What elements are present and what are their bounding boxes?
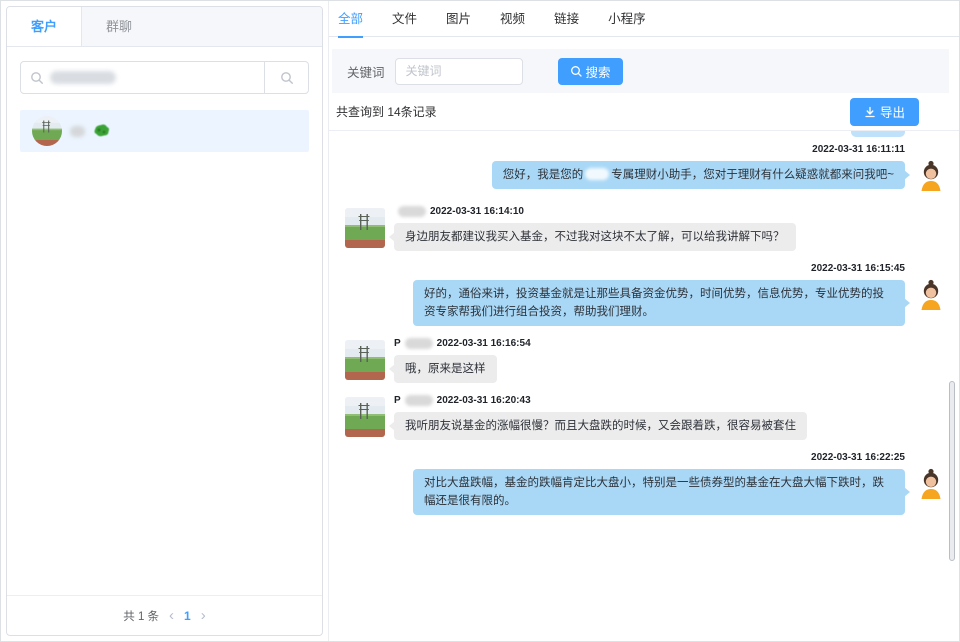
- customer-avatar: [345, 340, 385, 380]
- search-icon: [570, 65, 582, 77]
- message-sent: 2022-03-31 16:15:45 好的，通俗来讲，投资基金就是让那些具备资…: [345, 263, 949, 326]
- message-timestamp: 2022-03-31 16:20:43: [437, 395, 531, 406]
- tab-group-chats[interactable]: 群聊: [82, 7, 156, 46]
- contact-search: [20, 61, 309, 94]
- chat-scrollbar[interactable]: [949, 381, 955, 561]
- next-page-button[interactable]: ›: [201, 608, 206, 623]
- message-header: 2022-03-31 16:14:10: [394, 206, 524, 217]
- message-header: P 2022-03-31 16:20:43: [394, 395, 531, 406]
- contact-avatar: [32, 116, 62, 146]
- chat-history: 2022-03-31 16:11:11 您好，我是您的专属理财小助手，您对于理财…: [329, 131, 959, 641]
- pagination: 共 1 条 ‹ 1 ›: [7, 595, 322, 635]
- agent-avatar: [913, 466, 949, 502]
- redacted-sender-name: [398, 206, 426, 217]
- agent-avatar: [913, 158, 949, 194]
- app-window: 客户 群聊 共 1 条 ‹: [0, 0, 960, 642]
- page-number[interactable]: 1: [184, 609, 191, 623]
- results-summary: 共查询到 14条记录: [336, 103, 437, 120]
- message-timestamp: 2022-03-31 16:22:25: [811, 452, 905, 463]
- tab-miniprograms[interactable]: 小程序: [608, 1, 646, 37]
- contact-list-item[interactable]: [20, 110, 309, 152]
- message-type-tabs: 全部 文件 图片 视频 链接 小程序: [329, 1, 959, 37]
- pagination-total: 共 1 条: [123, 608, 159, 624]
- tab-all[interactable]: 全部: [338, 1, 363, 37]
- message-bubble: 身边朋友都建议我买入基金，不过我对这块不太了解，可以给我讲解下吗？: [394, 223, 796, 251]
- customer-avatar: [345, 208, 385, 248]
- tab-files[interactable]: 文件: [392, 1, 417, 37]
- results-row: 共查询到 14条记录 导出: [329, 93, 959, 131]
- filter-bar: 关键词 搜索: [332, 49, 949, 93]
- redacted-contact-name: [70, 126, 85, 137]
- customer-avatar: [345, 397, 385, 437]
- message-panel: 全部 文件 图片 视频 链接 小程序 关键词 搜索 共查询到 14条记录 导出: [329, 1, 959, 641]
- message-bubble: 对比大盘跌幅，基金的跌幅肯定比大盘小，特别是一些债券型的基金在大盘大幅下跌时，跌…: [413, 469, 905, 515]
- tab-videos[interactable]: 视频: [500, 1, 525, 37]
- search-button[interactable]: 搜索: [558, 58, 623, 85]
- prev-page-button[interactable]: ‹: [169, 608, 174, 623]
- message-timestamp: 2022-03-31 16:15:45: [811, 263, 905, 274]
- message-sent: 2022-03-31 16:22:25 对比大盘跌幅，基金的跌幅肯定比大盘小，特…: [345, 452, 949, 515]
- sidebar: 客户 群聊 共 1 条 ‹: [1, 1, 329, 641]
- message-bubble: 我听朋友说基金的涨幅很慢？而且大盘跌的时候，又会跟着跌，很容易被套住: [394, 412, 807, 440]
- message-received: P 2022-03-31 16:20:43 我听朋友说基金的涨幅很慢？而且大盘跌…: [345, 395, 949, 440]
- keyword-input[interactable]: [395, 58, 523, 85]
- message-timestamp: 2022-03-31 16:11:11: [812, 144, 905, 155]
- truncated-message-bubble: [851, 131, 905, 137]
- message-timestamp: 2022-03-31 16:14:10: [430, 206, 524, 217]
- redacted-sender-name: [405, 395, 433, 406]
- contacts-card: 客户 群聊 共 1 条 ‹: [6, 6, 323, 636]
- tab-customers[interactable]: 客户: [7, 7, 82, 46]
- message-bubble: 好的，通俗来讲，投资基金就是让那些具备资金优势，时间优势，信息优势，专业优势的投…: [413, 280, 905, 326]
- tab-images[interactable]: 图片: [446, 1, 471, 37]
- message-timestamp: 2022-03-31 16:16:54: [437, 338, 531, 349]
- message-bubble: 您好，我是您的专属理财小助手，您对于理财有什么疑惑就都来问我吧~: [492, 161, 905, 189]
- contact-search-button[interactable]: [264, 62, 308, 93]
- search-icon: [30, 71, 44, 85]
- redacted-sender-name: [405, 338, 433, 349]
- contact-search-input[interactable]: [21, 62, 264, 93]
- download-icon: [864, 106, 876, 118]
- redacted-name: [585, 168, 609, 180]
- export-button[interactable]: 导出: [850, 98, 919, 126]
- message-header: P 2022-03-31 16:16:54: [394, 338, 531, 349]
- message-sent: 2022-03-31 16:11:11 您好，我是您的专属理财小助手，您对于理财…: [345, 144, 949, 194]
- tab-links[interactable]: 链接: [554, 1, 579, 37]
- agent-avatar: [913, 277, 949, 313]
- sidebar-tabs: 客户 群聊: [7, 7, 322, 47]
- message-received: 2022-03-31 16:14:10 身边朋友都建议我买入基金，不过我对这块不…: [345, 206, 949, 251]
- plant-icon: [93, 124, 110, 139]
- message-received: P 2022-03-31 16:16:54 哦，原来是这样: [345, 338, 949, 383]
- message-bubble: 哦，原来是这样: [394, 355, 497, 383]
- search-icon: [280, 71, 294, 85]
- redacted-search-text: [50, 71, 116, 84]
- keyword-label: 关键词: [347, 62, 385, 81]
